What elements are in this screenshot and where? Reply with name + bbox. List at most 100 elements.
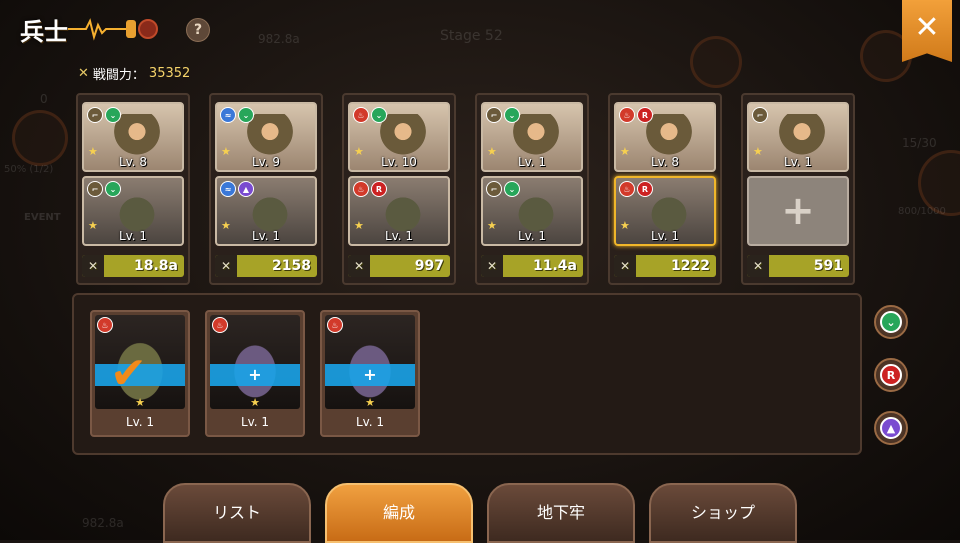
level-label: Lv. 1: [125, 415, 155, 429]
soldier-portrait: [775, 114, 829, 158]
vehicle-card[interactable]: ⌐ ⌄ ★ Lv. 1: [82, 176, 184, 246]
badge-group: ⌐: [752, 107, 768, 123]
vehicle-card[interactable]: ⌐ ⌄ ★ Lv. 1: [481, 176, 583, 246]
star-icon: ★: [365, 396, 375, 409]
help-button[interactable]: ?: [186, 18, 210, 42]
bg-coins-top: 982.8a: [258, 32, 300, 46]
badge-group: ⌐ ⌄: [87, 181, 121, 197]
badge-group: ⌐ ⌄: [87, 107, 121, 123]
bg-zero: 0: [40, 92, 48, 106]
filter-icon: ⌄: [880, 311, 902, 333]
combat-power-label: 戦闘力：: [92, 68, 145, 83]
badge-fire-icon: ♨: [353, 107, 369, 123]
bg-progress2: 800/1000: [898, 206, 946, 217]
badge-group: ≈ ⌄: [220, 107, 254, 123]
close-button[interactable]: ✕: [902, 0, 952, 62]
slot-power-value: 997: [414, 258, 444, 274]
level-label: Lv. 1: [650, 229, 680, 243]
slot-power-bar: ✕ 1222: [614, 255, 716, 277]
bg-ratio: 15/30: [902, 136, 937, 150]
soldier-card[interactable]: ≈ ⌄ ★ Lv. 9: [215, 102, 317, 172]
slot-power-value: 591: [813, 258, 843, 274]
level-label: Lv. 9: [251, 155, 281, 169]
crossed-guns-icon: ✕: [481, 255, 503, 277]
badge-purple-icon: ▲: [238, 181, 254, 197]
soldier-card[interactable]: ♨ ⌄ ★ Lv. 10: [348, 102, 450, 172]
level-label: Lv. 1: [384, 229, 414, 243]
badge-blue-icon: ≈: [220, 181, 236, 197]
badge-gun-icon: ⌐: [752, 107, 768, 123]
badge-r-icon: R: [371, 181, 387, 197]
vehicle-card[interactable]: ♨ R ★ Lv. 1: [614, 176, 716, 246]
badge-group: ⌐ ⌄: [486, 181, 520, 197]
title-wave-icon: [68, 18, 158, 41]
badge-group: ♨ ⌄: [353, 107, 387, 123]
badge-green-icon: ⌄: [371, 107, 387, 123]
tab-shop[interactable]: ショップ: [649, 483, 797, 543]
slot-power-bar: ✕ 11.4a: [481, 255, 583, 277]
badge-r-icon: R: [637, 107, 653, 123]
soldier-card[interactable]: ⌐ ⌄ ★ Lv. 1: [481, 102, 583, 172]
badge-gun-icon: ⌐: [486, 107, 502, 123]
squad-slot: ♨ R ★ Lv. 8 ♨ R ★ Lv. 1 ✕ 1222: [608, 93, 722, 285]
slot-power-bar: ✕ 591: [747, 255, 849, 277]
bg-coins-bottom: 982.8a: [82, 516, 124, 530]
soldier-card[interactable]: ♨ R ★ Lv. 8: [614, 102, 716, 172]
slot-power-bar: ✕ 18.8a: [82, 255, 184, 277]
badge-r-icon: R: [637, 181, 653, 197]
slot-power-value: 2158: [272, 258, 311, 274]
badge-group: ♨ R: [353, 181, 387, 197]
combat-power-value: 35352: [148, 66, 191, 81]
filter-button[interactable]: ⌄: [874, 305, 908, 339]
level-label: Lv. 8: [118, 155, 148, 169]
badge-fire-icon: ♨: [619, 181, 635, 197]
crossed-guns-icon: ✕: [82, 255, 104, 277]
tab-list[interactable]: リスト: [163, 483, 311, 543]
badge-fire-icon: ♨: [353, 181, 369, 197]
badge-green-icon: ⌄: [504, 107, 520, 123]
filter-button[interactable]: R: [874, 358, 908, 392]
level-label: Lv. 1: [517, 229, 547, 243]
slot-power-value: 1222: [671, 258, 710, 274]
slot-power-bar: ✕ 2158: [215, 255, 317, 277]
badge-green-icon: ⌄: [504, 181, 520, 197]
bg-stage: Stage 52: [440, 28, 503, 44]
vehicle-card[interactable]: ≈ ▲ ★ Lv. 1: [215, 176, 317, 246]
crossed-guns-icon: ✕: [747, 255, 769, 277]
tab-formation[interactable]: 編成: [325, 483, 473, 543]
soldier-card[interactable]: ⌐ ⌄ ★ Lv. 8: [82, 102, 184, 172]
inventory-panel: ♨ ✔ ★ Lv. 1 ♨ + ★ Lv. 1 ♨ + ★ Lv. 1: [72, 293, 862, 455]
check-icon: ✔: [110, 348, 147, 399]
badge-green-icon: ⌄: [105, 181, 121, 197]
page-title: 兵士: [20, 18, 68, 46]
add-icon: +: [248, 365, 262, 384]
soldier-card[interactable]: ⌐ ★ Lv. 1: [747, 102, 849, 172]
badge-gun-icon: ⌐: [87, 107, 103, 123]
slot-power-bar: ✕ 997: [348, 255, 450, 277]
tab-dungeon[interactable]: 地下牢: [487, 483, 635, 543]
badge-gun-icon: ⌐: [87, 181, 103, 197]
vehicle-card[interactable]: ♨ R ★ Lv. 1: [348, 176, 450, 246]
level-label: Lv. 10: [381, 155, 417, 169]
inventory-vehicle-card[interactable]: ♨ + ★ Lv. 1: [320, 310, 420, 437]
squad-slot: ≈ ⌄ ★ Lv. 9 ≈ ▲ ★ Lv. 1 ✕ 2158: [209, 93, 323, 285]
badge-green-icon: ⌄: [238, 107, 254, 123]
empty-vehicle-slot[interactable]: +: [747, 176, 849, 246]
inventory-vehicle-card[interactable]: ♨ ✔ ★ Lv. 1: [90, 310, 190, 437]
crossed-guns-icon: ✕: [348, 255, 370, 277]
level-label: Lv. 1: [240, 415, 270, 429]
crossed-guns-icon: ✕: [215, 255, 237, 277]
badge-fire-icon: ♨: [619, 107, 635, 123]
squad-slot: ♨ ⌄ ★ Lv. 10 ♨ R ★ Lv. 1 ✕ 997: [342, 93, 456, 285]
badge-group: ♨ R: [619, 181, 653, 197]
bg-decor: [12, 110, 68, 166]
add-icon: +: [781, 188, 815, 234]
badge-blue-icon: ≈: [220, 107, 236, 123]
fire-badge-icon: ♨: [327, 317, 343, 333]
filter-icon: R: [880, 364, 902, 386]
inventory-vehicle-card[interactable]: ♨ + ★ Lv. 1: [205, 310, 305, 437]
level-label: Lv. 1: [118, 229, 148, 243]
filter-button[interactable]: ▲: [874, 411, 908, 445]
badge-group: ♨ R: [619, 107, 653, 123]
star-icon: ★: [135, 396, 145, 409]
